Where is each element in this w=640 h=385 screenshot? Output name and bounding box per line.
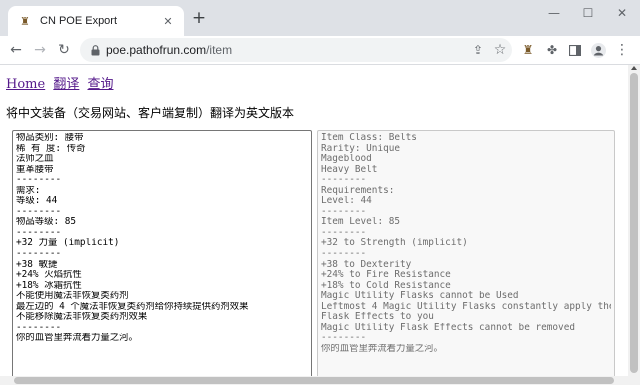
output-text-line: -------- bbox=[321, 333, 367, 344]
profile-icon[interactable] bbox=[590, 42, 606, 58]
output-text-line: +38 to Dexterity bbox=[321, 259, 412, 270]
poe-tab-favicon: ♜ bbox=[20, 14, 30, 28]
output-text-line: Mageblood bbox=[321, 154, 372, 165]
new-tab-button[interactable]: + bbox=[190, 9, 208, 27]
input-text-line: -------- bbox=[16, 227, 62, 238]
input-text-line: +18% 冰霜抗性 bbox=[16, 280, 82, 291]
input-text-line: -------- bbox=[16, 322, 62, 333]
output-text-line: +18% to Cold Resistance bbox=[321, 280, 451, 291]
output-text-line: -------- bbox=[321, 249, 367, 260]
english-output-textarea[interactable]: Item Class: Belts Rarity: Unique Mageblood… bbox=[317, 130, 615, 385]
vertical-scrollbar[interactable] bbox=[628, 65, 640, 385]
url-domain: poe.pathofrun.com bbox=[106, 43, 207, 57]
output-text-line: Heavy Belt bbox=[321, 164, 378, 175]
output-text-line: Magic Utility Flasks cannot be Used bbox=[321, 291, 519, 302]
output-text-line: Rarity: Unique bbox=[321, 143, 401, 154]
input-text-line: +32 力量 (implicit) bbox=[16, 238, 120, 249]
output-text-line: Flask Effects to you bbox=[321, 312, 434, 323]
tab-title: CN POE Export bbox=[40, 15, 118, 27]
input-text-line: 重革腰带 bbox=[16, 164, 54, 175]
input-text-line: -------- bbox=[16, 249, 62, 260]
output-text-line: -------- bbox=[321, 227, 367, 238]
browser-toolbar: ← → ↻ poe.pathofrun.com/item ⇪ ☆ ♜ ✤ ⋮ bbox=[0, 36, 640, 65]
kebab-menu-icon[interactable]: ⋮ bbox=[614, 42, 630, 58]
nav-home-link[interactable]: Home bbox=[6, 77, 45, 92]
output-text-line: Leftmost 4 Magic Utility Flasks constant… bbox=[321, 301, 611, 312]
horizontal-scrollbar[interactable] bbox=[0, 376, 628, 385]
reload-icon[interactable]: ↻ bbox=[54, 40, 74, 60]
page-subtitle: 将中文装备（交易网站、客户端复制）翻译为英文版本 bbox=[6, 106, 295, 120]
close-tab-icon[interactable]: ✕ bbox=[160, 13, 176, 29]
input-text-line: 稀 有 度: 传奇 bbox=[16, 143, 86, 154]
input-text-line: +24% 火焰抗性 bbox=[16, 270, 82, 281]
vertical-scroll-thumb[interactable] bbox=[630, 73, 638, 373]
lock-icon[interactable] bbox=[90, 44, 100, 56]
output-text-line: +24% to Fire Resistance bbox=[321, 270, 451, 281]
back-arrow-icon[interactable]: ← bbox=[6, 40, 26, 60]
output-text-line: 你的血管里奔流着力量之河。 bbox=[321, 343, 443, 354]
input-text-line: 等级: 44 bbox=[16, 196, 58, 207]
forward-arrow-icon[interactable]: → bbox=[30, 40, 50, 60]
input-text-line: 物品类别: 腰带 bbox=[16, 133, 84, 143]
output-text-line: Item Class: Belts bbox=[321, 133, 417, 143]
star-icon[interactable]: ☆ bbox=[492, 42, 508, 58]
output-text-line: Requirements: bbox=[321, 185, 395, 196]
tab-strip: ♜ CN POE Export ✕ + — ☐ ✕ bbox=[0, 0, 640, 36]
output-text-line: +32 to Strength (implicit) bbox=[321, 238, 468, 249]
input-text-line: 不能使用魔法非恢复类药剂 bbox=[16, 291, 129, 302]
scroll-up-arrow-icon[interactable] bbox=[631, 66, 637, 70]
input-text-line: +38 敏捷 bbox=[16, 259, 58, 270]
output-text-line: -------- bbox=[321, 206, 367, 217]
browser-tab[interactable]: ♜ CN POE Export ✕ bbox=[8, 6, 184, 36]
output-text-line: Level: 44 bbox=[321, 196, 372, 207]
input-text-line: -------- bbox=[16, 206, 62, 217]
horizontal-scroll-thumb[interactable] bbox=[14, 377, 614, 384]
input-text-line: 需求: bbox=[16, 185, 41, 196]
output-text-line: Item Level: 85 bbox=[321, 217, 401, 228]
puzzle-icon[interactable]: ✤ bbox=[544, 42, 560, 58]
input-text-line: 物品等级: 85 bbox=[16, 217, 77, 228]
address-bar[interactable]: poe.pathofrun.com/item ⇪ ☆ bbox=[80, 38, 512, 62]
nav-query-link[interactable]: 查询 bbox=[87, 77, 113, 92]
maximize-icon[interactable]: ☐ bbox=[574, 4, 602, 22]
chinese-input-textarea[interactable]: 物品类别: 腰带稀 有 度: 传奇 法师之血 重革腰带 -------- 需求: 等级: … bbox=[12, 130, 312, 385]
input-text-line: 法师之血 bbox=[16, 154, 54, 165]
window-close-icon[interactable]: ✕ bbox=[608, 4, 636, 22]
output-text-line: -------- bbox=[321, 175, 367, 186]
input-text-line: -------- bbox=[16, 175, 62, 186]
top-nav: Home 翻译 查询 bbox=[6, 73, 118, 92]
page-content: Home 翻译 查询 将中文装备（交易网站、客户端复制）翻译为英文版本 物品类别… bbox=[0, 65, 628, 385]
share-icon[interactable]: ⇪ bbox=[470, 42, 486, 58]
input-text-line: 你的血管里奔流着力量之河。 bbox=[16, 333, 138, 344]
url-path: /item bbox=[206, 43, 233, 57]
url-text: poe.pathofrun.com/item bbox=[106, 43, 232, 57]
input-text-line: 最左边的 4 个魔法非恢复类药剂给你持续提供药剂效果 bbox=[16, 301, 249, 312]
minimize-icon[interactable]: — bbox=[540, 4, 568, 22]
output-text-line: Magic Utility Flask Effects cannot be re… bbox=[321, 322, 575, 333]
input-text-line: 不能移除魔法非恢复类药剂效果 bbox=[16, 312, 148, 323]
poe-extension-icon[interactable]: ♜ bbox=[520, 42, 536, 58]
sidepanel-icon[interactable] bbox=[567, 42, 583, 58]
nav-translate-link[interactable]: 翻译 bbox=[53, 77, 79, 92]
